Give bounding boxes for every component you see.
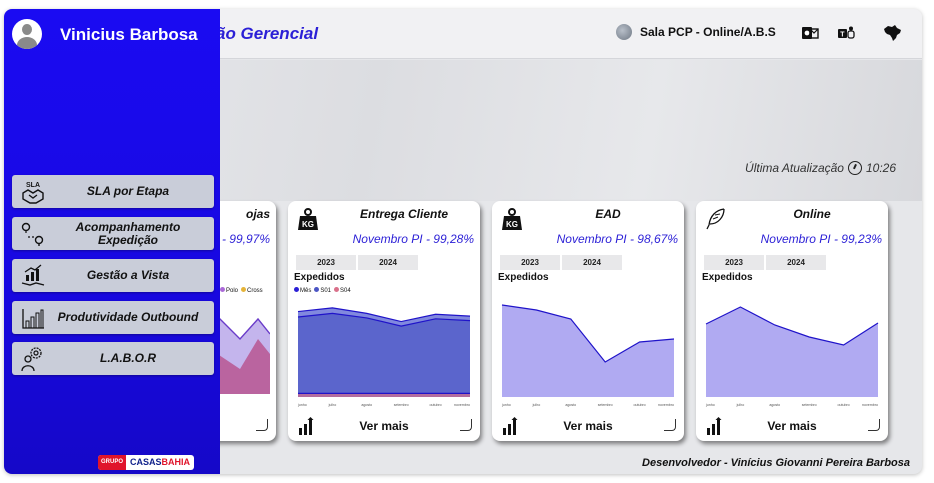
bar-chart-icon xyxy=(18,304,48,332)
svg-text:T: T xyxy=(840,32,845,39)
sidebar-item-label: SLA por Etapa xyxy=(86,184,170,198)
outlook-icon[interactable] xyxy=(800,23,820,43)
x-tick-label: julho xyxy=(532,403,541,407)
brazil-map-icon[interactable] xyxy=(882,23,902,43)
x-tick-label: outubro xyxy=(837,403,849,407)
sidebar-item-gestao-a-vista[interactable]: Gestão a Vista xyxy=(12,259,214,292)
last-update-label: Última Atualização xyxy=(745,161,844,175)
x-tick-label: agosto xyxy=(769,403,780,407)
growth-hands-icon xyxy=(18,262,48,290)
card-month-indicator: Novembro PI - 99,28% xyxy=(352,232,474,246)
last-update-time: 10:26 xyxy=(865,161,896,175)
x-tick-label: novembro xyxy=(658,403,674,407)
x-tick-label: novembro xyxy=(454,403,470,407)
area-series-0 xyxy=(502,305,674,397)
svg-text:KG: KG xyxy=(302,220,314,229)
last-update: Última Atualização 10:26 xyxy=(745,161,896,175)
user-name: Vinicius Barbosa xyxy=(60,25,198,44)
card-footer: Ver mais xyxy=(288,413,480,441)
card-month-indicator: Novembro PI - 99,23% xyxy=(760,232,882,246)
casas-bahia-logo: GRUPO CASASBAHIA xyxy=(98,455,195,470)
x-tick-label: junho xyxy=(501,403,511,407)
year-tab-2024[interactable]: 2024 xyxy=(358,255,418,270)
entrega-cliente-chart: junho julho agosto setembro outubro novembro xyxy=(297,307,471,407)
sidebar-item-sla-por-etapa[interactable]: SLA SLA por Etapa xyxy=(12,175,214,208)
area-series-0 xyxy=(706,307,878,397)
ead-chart: junho julho agosto setembro outubro novembro xyxy=(501,304,675,407)
avatar[interactable] xyxy=(12,19,42,49)
sidebar-item-label: Gestão a Vista xyxy=(86,268,170,282)
sidebar-item-acompanhamento-expedicao[interactable]: Acompanhamento Expedição xyxy=(12,217,214,250)
year-tabs: 2023 2024 xyxy=(500,255,624,270)
card-entrega-cliente[interactable]: KG Entrega Cliente Novembro PI - 99,28% … xyxy=(288,201,480,441)
sidebar-item-label: L.A.B.O.R xyxy=(100,351,156,365)
online-chart: junho julho agosto setembro outubro novembro xyxy=(705,306,879,407)
x-tick-label: setembro xyxy=(394,403,409,407)
x-tick-label: julho xyxy=(328,403,337,407)
year-tabs: 2023 2024 xyxy=(296,255,420,270)
year-tabs: 2023 2024 xyxy=(704,255,828,270)
svg-text:SLA: SLA xyxy=(26,182,40,189)
svg-text:KG: KG xyxy=(506,220,518,229)
see-more-link[interactable]: Ver mais xyxy=(696,419,888,433)
x-tick-label: setembro xyxy=(802,403,817,407)
card-month-indicator: Novembro PI - 98,67% xyxy=(556,232,678,246)
see-more-link[interactable]: Ver mais xyxy=(288,419,480,433)
weight-kg-icon: KG xyxy=(298,208,318,230)
room-status-label: Sala PCP - Online/A.B.S xyxy=(640,25,776,39)
card-title: Online xyxy=(793,207,831,221)
x-tick-label: novembro xyxy=(862,403,878,407)
x-tick-label: julho xyxy=(736,403,745,407)
x-tick-label: junho xyxy=(705,403,715,407)
card-title: EAD xyxy=(595,207,621,221)
route-pin-icon xyxy=(18,220,48,248)
x-tick-label: agosto xyxy=(565,403,576,407)
clock-icon xyxy=(847,161,862,175)
year-tab-2023[interactable]: 2023 xyxy=(296,255,356,270)
year-tab-2024[interactable]: 2024 xyxy=(562,255,622,270)
feather-icon xyxy=(706,208,725,230)
weight-kg-icon: KG xyxy=(502,208,522,230)
card-footer: Ver mais xyxy=(696,413,888,441)
x-tick-label: agosto xyxy=(361,403,372,407)
x-tick-label: junho xyxy=(297,403,307,407)
sidebar-item-label: Acompanhamento Expedição xyxy=(75,219,181,247)
page-title: ão Gerencial xyxy=(216,24,319,43)
expand-corner-icon[interactable] xyxy=(256,419,268,431)
see-more-link[interactable]: Ver mais xyxy=(492,419,684,433)
x-tick-label: outubro xyxy=(429,403,441,407)
sidebar-item-labor[interactable]: L.A.B.O.R xyxy=(12,342,214,375)
card-ead[interactable]: KG EAD Novembro PI - 98,67% 2023 2024 Ex… xyxy=(492,201,684,441)
card-footer: Ver mais xyxy=(492,413,684,441)
teams-icon[interactable]: T xyxy=(836,23,856,43)
x-tick-label: outubro xyxy=(633,403,645,407)
x-tick-label: setembro xyxy=(598,403,613,407)
sidebar: Vinicius Barbosa SLA SLA por Etapa Acomp… xyxy=(4,9,220,474)
year-tab-2023[interactable]: 2023 xyxy=(500,255,560,270)
area-series-1 xyxy=(298,313,470,397)
developer-credit: Desenvolvedor - Vinícius Giovanni Pereir… xyxy=(642,457,910,469)
sidebar-item-label: Produtividade Outbound xyxy=(57,310,199,324)
worker-gear-icon xyxy=(18,345,48,373)
room-status: Sala PCP - Online/A.B.S xyxy=(616,24,776,40)
sla-handshake-icon: SLA xyxy=(18,178,48,206)
card-title: Entrega Cliente xyxy=(359,207,449,221)
expand-corner-icon[interactable] xyxy=(460,419,472,431)
card-online[interactable]: Online Novembro PI - 99,23% 2023 2024 Ex… xyxy=(696,201,888,441)
brain-icon xyxy=(616,24,632,40)
card-month-indicator: - 99,97% xyxy=(221,232,270,246)
sidebar-item-produtividade-outbound[interactable]: Produtividade Outbound xyxy=(12,301,214,334)
sidebar-header: Vinicius Barbosa xyxy=(4,9,220,59)
year-tab-2023[interactable]: 2023 xyxy=(704,255,764,270)
expand-corner-icon[interactable] xyxy=(664,419,676,431)
year-tab-2024[interactable]: 2024 xyxy=(766,255,826,270)
expand-corner-icon[interactable] xyxy=(868,419,880,431)
